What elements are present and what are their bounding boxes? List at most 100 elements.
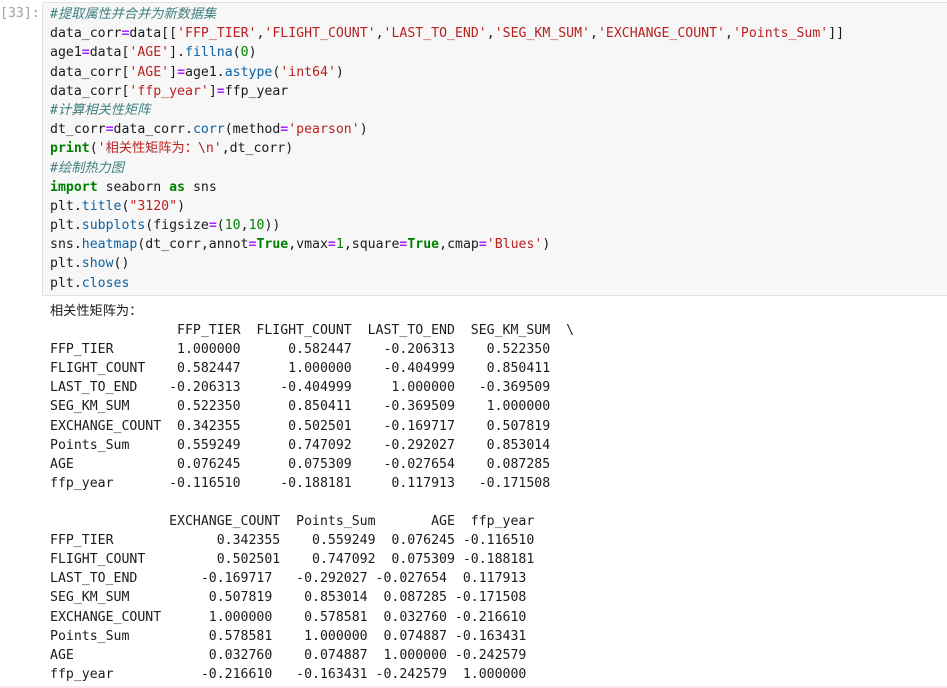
code-token: 'FLIGHT_COUNT': [264, 26, 376, 42]
code-token: astype: [224, 64, 273, 80]
code-token: ): [542, 237, 551, 253]
code-token: sns.: [50, 237, 82, 253]
code-token: show: [81, 256, 114, 272]
cell-prompt: [33]:: [0, 6, 40, 21]
code-token: age1.: [185, 64, 225, 80]
code-token: corr: [192, 122, 225, 138]
code-token: age1: [50, 45, 82, 61]
code-token: =: [327, 237, 336, 253]
code-cell-editor[interactable]: #提取属性并合并为新数据集 data_corr=data[['FFP_TIER',…: [42, 2, 947, 296]
code-token: data_corr.: [113, 122, 193, 138]
code-token: True: [407, 237, 440, 253]
code-token: 'pearson': [288, 122, 360, 138]
code-token: data_corr: [50, 26, 122, 42]
code-token: 'FFP_TIER': [177, 26, 257, 42]
code-token: ,: [486, 26, 495, 42]
code-token: ].: [169, 45, 186, 61]
code-line: #计算相关性矩阵: [50, 101, 844, 120]
code-token: ,: [589, 26, 598, 42]
output-line: AGE 0.076245 0.075309 -0.027654 0.087285: [50, 456, 551, 472]
code-token: ): [335, 64, 344, 80]
code-token: #提取属性并合并为新数据集: [50, 7, 217, 22]
code-line: #绘制热力图: [50, 159, 844, 178]
code-line: plt.closes: [50, 274, 844, 293]
code-token: plt.: [50, 218, 82, 234]
code-token: =: [208, 218, 217, 234]
code-token: True: [256, 237, 289, 253]
code-token: ,cmap: [439, 237, 479, 253]
code-token: (): [113, 256, 130, 272]
code-line: plt.show(): [50, 254, 844, 273]
code-token: ,square: [343, 237, 400, 253]
code-token: data[: [89, 45, 130, 61]
code-line: plt.title("3120"): [50, 197, 844, 216]
code-token: 'int64': [280, 64, 336, 80]
code-token: ,dt_corr): [221, 141, 294, 157]
code-token: '相关性矩阵为：\n': [97, 141, 222, 157]
output-line: ffp_year -0.116510 -0.188181 0.117913 -0…: [50, 475, 551, 491]
code-token: ,: [240, 218, 249, 234]
cell-output: 相关性矩阵为： FFP_TIER FLIGHT_COUNT LAST_TO_EN…: [50, 302, 574, 684]
code-line: import seaborn as sns: [50, 178, 844, 197]
code-token: 'ffp_year': [129, 83, 209, 99]
code-token: 'AGE': [129, 64, 170, 80]
code-token: ]]: [828, 26, 845, 42]
output-line: LAST_TO_END -0.206313 -0.404999 1.000000…: [50, 380, 551, 396]
output-line: SEG_KM_SUM 0.507819 0.853014 0.087285 -0…: [50, 590, 527, 606]
code-token: heatmap: [81, 237, 138, 253]
output-line: LAST_TO_END -0.169717 -0.292027 -0.02765…: [50, 571, 527, 587]
code-token: 0: [240, 45, 249, 61]
code-line: data_corr['AGE']=age1.astype('int64'): [50, 63, 844, 82]
code-token: )): [264, 218, 281, 234]
code-token: =: [177, 64, 186, 80]
code-line: dt_corr=data_corr.corr(method='pearson'): [50, 120, 844, 139]
code-token: plt.: [50, 275, 82, 291]
code-token: "3120": [129, 198, 178, 214]
code-token: =: [105, 122, 114, 138]
code-token: #绘制热力图: [50, 160, 124, 176]
code-token: 'EXCHANGE_COUNT': [597, 26, 725, 42]
code-token: ]: [169, 64, 178, 80]
code-token: ,: [375, 26, 384, 42]
code-token: fillna: [185, 45, 233, 61]
code-token: data[[: [129, 26, 178, 42]
code-token: ): [359, 122, 368, 138]
code-token: (: [216, 218, 225, 234]
code-line: data_corr['ffp_year']=ffp_year: [50, 82, 844, 101]
code-line: sns.heatmap(dt_corr,annot=True,vmax=1,sq…: [50, 235, 844, 254]
code-token: ,: [724, 26, 733, 42]
correlation-table-part1: FFP_TIER FLIGHT_COUNT LAST_TO_END SEG_KM…: [50, 321, 574, 493]
output-line: EXCHANGE_COUNT 0.342355 0.502501 -0.1697…: [50, 418, 551, 434]
code-token: ): [248, 45, 257, 61]
code-token: (dt_corr,annot: [137, 237, 249, 253]
code-token: plt.: [50, 256, 82, 272]
code-token: sns: [185, 179, 217, 195]
code-token: 'LAST_TO_END': [383, 26, 487, 42]
code-token: print: [50, 141, 90, 157]
code-line: data_corr=data[['FFP_TIER','FLIGHT_COUNT…: [50, 24, 844, 43]
code-token: ffp_year: [224, 83, 289, 99]
output-line: EXCHANGE_COUNT Points_Sum AGE ffp_year: [50, 514, 535, 530]
code-token: (method: [224, 122, 281, 138]
code-token: as: [169, 179, 185, 195]
code-token: #计算相关性矩阵: [50, 102, 151, 118]
correlation-table-part2: EXCHANGE_COUNT Points_Sum AGE ffp_year FF…: [50, 512, 574, 684]
output-line: FLIGHT_COUNT 0.502501 0.747092 0.075309 …: [50, 552, 535, 568]
code-token: =: [81, 45, 90, 61]
output-line: FFP_TIER 0.342355 0.559249 0.076245 -0.1…: [50, 533, 535, 549]
code-token: 'SEG_KM_SUM': [494, 26, 590, 42]
code-line: plt.subplots(figsize=(10,10)): [50, 216, 844, 235]
code-token: ]: [208, 83, 217, 99]
output-line: Points_Sum 0.578581 1.000000 0.074887 -0…: [50, 628, 527, 644]
code-token: 10: [248, 218, 265, 234]
output-heading: 相关性矩阵为：: [50, 304, 143, 319]
output-line: Points_Sum 0.559249 0.747092 -0.292027 0…: [50, 437, 551, 453]
code-token: 'Blues': [486, 237, 543, 253]
code-line: print('相关性矩阵为：\n',dt_corr): [50, 139, 844, 158]
code-token: seaborn: [97, 179, 170, 195]
code-token: (figsize: [145, 218, 209, 234]
code-token: data_corr[: [50, 64, 130, 80]
output-line: EXCHANGE_COUNT 1.000000 0.578581 0.03276…: [50, 609, 527, 625]
code-token: =: [216, 83, 225, 99]
